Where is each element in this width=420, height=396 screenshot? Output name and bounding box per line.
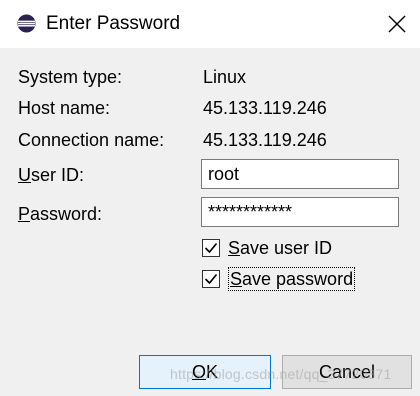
connection-name-label: Connection name: <box>18 130 165 150</box>
close-icon <box>388 15 406 33</box>
cancel-button[interactable]: Cancel <box>282 355 412 389</box>
user-id-mnemonic: U <box>18 165 31 185</box>
window-title: Enter Password <box>46 13 181 34</box>
user-id-label: User ID: <box>18 164 84 186</box>
password-field[interactable]: ************ <box>201 197 399 227</box>
save-password-mnemonic: S <box>230 269 243 289</box>
save-user-id-option[interactable]: Save user ID <box>202 236 332 260</box>
system-type-value: Linux <box>203 67 247 87</box>
host-name-value: 45.133.119.246 <box>203 98 327 118</box>
password-label-rest: assword: <box>30 204 103 224</box>
save-user-id-label-rest: ave user ID <box>240 238 333 258</box>
save-password-checkbox[interactable] <box>202 270 220 288</box>
password-mnemonic: P <box>18 204 31 224</box>
password-label: Password: <box>18 203 102 225</box>
ok-button[interactable]: OK <box>139 355 271 389</box>
checkmark-icon <box>204 242 218 254</box>
eclipse-icon <box>17 14 36 33</box>
system-type-label: System type: <box>18 67 123 87</box>
save-password-label-rest: ave password <box>242 269 354 289</box>
host-name-label: Host name: <box>18 98 111 118</box>
close-button[interactable] <box>374 0 420 48</box>
user-id-value: root <box>208 164 240 184</box>
save-user-id-mnemonic: S <box>228 238 241 258</box>
save-user-id-checkbox[interactable] <box>202 239 220 257</box>
user-id-field[interactable]: root <box>201 159 399 189</box>
checkmark-icon <box>204 273 218 285</box>
title-bar: Enter Password <box>0 0 420 48</box>
save-password-label: Save password <box>228 267 356 291</box>
ok-label-rest: K <box>206 362 219 382</box>
user-id-label-rest: ser ID: <box>31 165 85 185</box>
ok-mnemonic: O <box>191 362 206 382</box>
save-password-option[interactable]: Save password <box>202 267 356 291</box>
password-value: ************ <box>208 202 293 222</box>
save-user-id-label: Save user ID <box>228 237 332 259</box>
connection-name-value: 45.133.119.246 <box>203 130 327 150</box>
